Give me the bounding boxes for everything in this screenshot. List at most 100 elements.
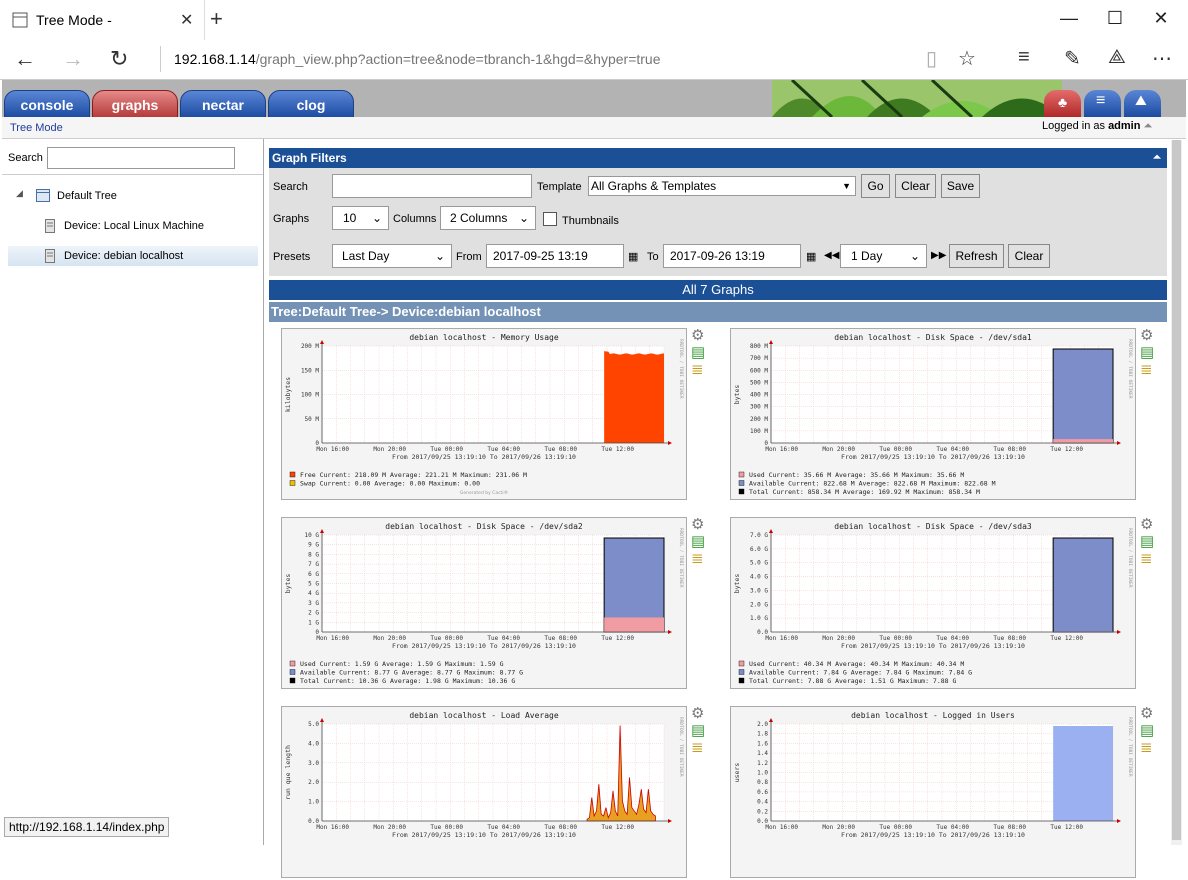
web-note-icon[interactable]: ✎ xyxy=(1064,46,1081,71)
y-tick-label: 50 M xyxy=(305,416,320,423)
graph-panel[interactable]: debian localhost - Load Average0.01.02.0… xyxy=(281,706,687,878)
logged-in-label: Logged in as xyxy=(1042,120,1105,132)
legend-row: Available Current: 8.77 G Average: 8.77 … xyxy=(300,669,523,677)
y-tick-label: 0.6 xyxy=(757,789,768,796)
timespan-select[interactable]: 1 Day ⌄ xyxy=(840,244,927,268)
back-icon[interactable]: ← xyxy=(14,46,36,72)
graph-panel[interactable]: debian localhost - Disk Space - /dev/sda… xyxy=(281,517,687,689)
address-field[interactable]: 192.168.1.14/graph_view.php?action=tree&… xyxy=(174,51,661,67)
export-csv-icon[interactable]: ▤ xyxy=(691,535,705,549)
chevron-down-icon: ⌄ xyxy=(435,245,445,267)
user-menu-caret-icon[interactable]: ⏶ xyxy=(1144,120,1153,132)
shift-right-icon[interactable]: ▶▶ xyxy=(931,250,946,261)
username[interactable]: admin xyxy=(1108,120,1140,132)
y-tick-label: 1 G xyxy=(308,619,319,626)
hub-icon[interactable]: ≡ xyxy=(1018,46,1030,69)
clear-button[interactable]: Clear xyxy=(895,174,936,198)
x-tick-label: Tue 00:00 xyxy=(879,635,912,642)
x-tick-label: Mon 16:00 xyxy=(316,635,349,642)
shift-left-icon[interactable]: ◀◀ xyxy=(824,250,839,261)
graph-panel[interactable]: debian localhost - Logged in Users0.00.2… xyxy=(730,706,1136,878)
close-window-icon[interactable]: ✕ xyxy=(1138,8,1184,29)
rrdtool-credit: RRDTOOL / TOBI OETIKER xyxy=(1127,339,1133,399)
graph-settings-icon[interactable]: ⚙ xyxy=(1140,707,1154,721)
calendar-icon[interactable]: ▦ xyxy=(806,250,816,263)
template-select[interactable]: All Graphs & Templates▼ xyxy=(588,176,856,196)
more-icon[interactable]: ⋯ xyxy=(1152,46,1172,71)
calendar-icon[interactable]: ▦ xyxy=(628,250,638,263)
graph-list-icon[interactable]: ≣ xyxy=(691,741,705,755)
expand-caret-icon[interactable]: ◢ xyxy=(16,188,23,199)
close-tab-icon[interactable]: ✕ xyxy=(180,10,193,30)
graph-list-icon[interactable]: ≣ xyxy=(691,363,705,377)
new-tab-icon[interactable]: + xyxy=(210,6,223,32)
clear-time-button[interactable]: Clear xyxy=(1008,244,1050,268)
x-tick-label: Tue 12:00 xyxy=(601,635,634,642)
tab-console[interactable]: console xyxy=(4,90,90,119)
x-tick-label: Mon 20:00 xyxy=(373,446,406,453)
export-csv-icon[interactable]: ▤ xyxy=(691,346,705,360)
tree-device-local[interactable]: Device: Local Linux Machine xyxy=(64,220,204,232)
x-tick-label: Tue 08:00 xyxy=(544,824,577,831)
y-tick-label: 10 G xyxy=(305,532,320,539)
graph-settings-icon[interactable]: ⚙ xyxy=(691,518,705,532)
tree-root-label[interactable]: Default Tree xyxy=(57,190,117,202)
y-tick-label: 1.4 xyxy=(757,750,768,757)
export-csv-icon[interactable]: ▤ xyxy=(1140,724,1154,738)
graph-panel[interactable]: debian localhost - Disk Space - /dev/sda… xyxy=(730,517,1136,689)
graph-list-icon[interactable]: ≣ xyxy=(1140,741,1154,755)
filter-search-input[interactable] xyxy=(332,174,532,198)
used-area xyxy=(604,617,664,632)
graph-panel[interactable]: debian localhost - Disk Space - /dev/sda… xyxy=(730,328,1136,500)
y-tick-label: 0.4 xyxy=(757,799,768,806)
tab-clog[interactable]: clog xyxy=(268,90,354,119)
collapse-icon[interactable]: ⏶ xyxy=(1153,148,1161,168)
from-date-input[interactable]: 2017-09-25 13:19 xyxy=(486,244,624,268)
scrollbar-thumb[interactable] xyxy=(1172,140,1181,840)
graph-list-icon[interactable]: ≣ xyxy=(1140,363,1154,377)
graph-list-icon[interactable]: ≣ xyxy=(691,552,705,566)
maximize-icon[interactable]: ☐ xyxy=(1092,8,1138,29)
thumbnails-checkbox[interactable] xyxy=(543,212,557,226)
to-date-input[interactable]: 2017-09-26 13:19 xyxy=(663,244,801,268)
login-status: Logged in as admin ⏶ xyxy=(1042,120,1152,133)
export-csv-icon[interactable]: ▤ xyxy=(1140,535,1154,549)
rrdtool-credit: RRDTOOL / TOBI OETIKER xyxy=(1127,717,1133,777)
y-tick-label: 7 G xyxy=(308,561,319,568)
y-tick-label: 1.0 xyxy=(757,770,768,777)
timespan-value: 1 Day xyxy=(851,249,882,263)
export-csv-icon[interactable]: ▤ xyxy=(1140,346,1154,360)
tree-root-icon xyxy=(36,189,50,202)
presets-select[interactable]: Last Day⌄ xyxy=(332,244,452,268)
graph-settings-icon[interactable]: ⚙ xyxy=(1140,518,1154,532)
columns-select[interactable]: 2 Columns⌄ xyxy=(440,206,536,230)
rrdtool-credit: RRDTOOL / TOBI OETIKER xyxy=(1127,528,1133,588)
go-button[interactable]: Go xyxy=(861,174,890,198)
rrdtool-credit: RRDTOOL / TOBI OETIKER xyxy=(678,717,684,777)
graph-settings-icon[interactable]: ⚙ xyxy=(1140,329,1154,343)
graph-panel[interactable]: debian localhost - Memory Usage050 M100 … xyxy=(281,328,687,500)
share-icon[interactable]: ⟁ xyxy=(1108,46,1126,69)
breadcrumb[interactable]: Tree Mode xyxy=(10,122,63,134)
refresh-icon[interactable]: ↻ xyxy=(110,46,128,72)
graph-settings-icon[interactable]: ⚙ xyxy=(691,707,705,721)
forward-icon[interactable]: → xyxy=(62,46,84,72)
export-csv-icon[interactable]: ▤ xyxy=(691,724,705,738)
chevron-down-icon: ⌄ xyxy=(910,245,920,267)
graph-list-icon[interactable]: ≣ xyxy=(1140,552,1154,566)
tree-device-debian[interactable]: Device: debian localhost xyxy=(64,250,183,262)
presets-label: Presets xyxy=(273,251,310,263)
tab-graphs[interactable]: graphs xyxy=(92,90,178,119)
tree-search-input[interactable] xyxy=(47,147,235,169)
favorite-star-icon[interactable]: ☆ xyxy=(958,46,976,71)
tab-nectar[interactable]: nectar xyxy=(180,90,266,119)
filter-search-label: Search xyxy=(273,181,308,193)
page-icon xyxy=(12,12,28,28)
save-button[interactable]: Save xyxy=(941,174,980,198)
minimize-icon[interactable]: — xyxy=(1046,8,1092,29)
server-icon xyxy=(45,219,55,233)
graph-settings-icon[interactable]: ⚙ xyxy=(691,329,705,343)
graphs-per-page-select[interactable]: 10⌄ xyxy=(332,206,389,230)
refresh-button[interactable]: Refresh xyxy=(949,244,1004,268)
reading-view-icon[interactable]: ▯ xyxy=(926,46,937,71)
